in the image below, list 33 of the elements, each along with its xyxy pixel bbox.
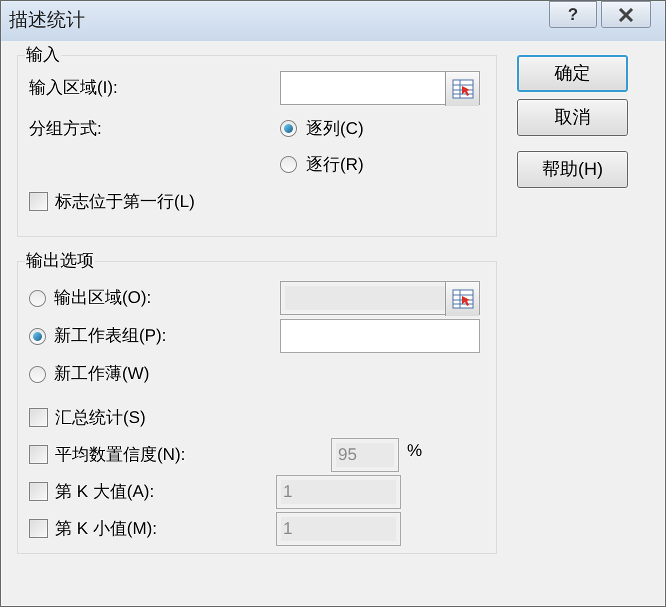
field-label: 输入区域(I): (29, 77, 119, 100)
group-title: 输入 (25, 44, 61, 66)
checkbox-label: 标志位于第一行(L) (55, 191, 195, 213)
help-title-button[interactable]: ? (549, 1, 597, 28)
radio-label: 输出区域(O): (54, 287, 152, 310)
radio-button[interactable] (280, 156, 297, 173)
radio-label: 逐列(C) (306, 118, 364, 140)
radio-label: 新工作薄(W) (54, 363, 150, 386)
checkbox-label: 平均数置信度(N): (55, 444, 186, 466)
window-title: 描述统计 (9, 8, 85, 33)
checkbox-label: 第 K 大值(A): (55, 480, 154, 503)
close-button[interactable] (601, 1, 651, 28)
radio-button[interactable] (29, 366, 46, 382)
radio-label: 新工作表组(P): (54, 325, 166, 348)
worksheet-name-field[interactable] (280, 319, 480, 353)
table-select-icon (452, 79, 474, 99)
field-label: 分组方式: (29, 118, 103, 140)
unit-label: % (407, 440, 422, 462)
input-range-field[interactable] (280, 71, 480, 105)
checkbox[interactable] (29, 408, 48, 427)
radio-button[interactable] (280, 120, 297, 138)
dialog-button[interactable]: 帮助(H) (517, 151, 628, 188)
checkbox-label: 第 K 小值(M): (55, 518, 157, 540)
dialog-button[interactable]: 取消 (517, 99, 628, 136)
dialog-button[interactable]: 确定 (517, 55, 628, 92)
radio-label: 逐行(R) (306, 154, 364, 176)
radio-button[interactable] (29, 328, 46, 344)
table-select-icon (452, 289, 474, 309)
close-icon (618, 8, 634, 22)
range-picker-button[interactable] (445, 72, 479, 106)
checkbox-label: 汇总统计(S) (55, 406, 146, 429)
radio-button[interactable] (29, 290, 46, 306)
checkbox[interactable] (29, 192, 48, 212)
